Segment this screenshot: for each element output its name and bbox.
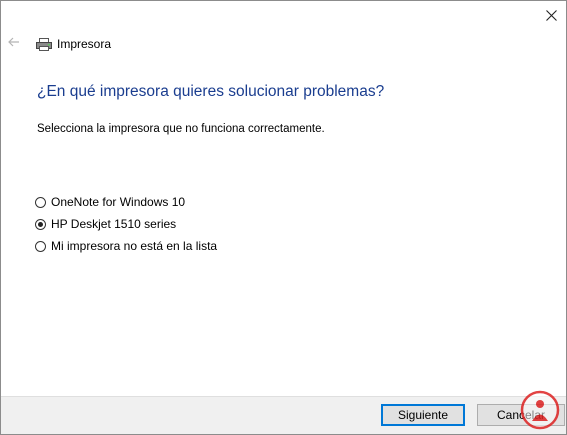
printer-option-hp-deskjet[interactable]: HP Deskjet 1510 series (35, 213, 217, 235)
back-button[interactable] (5, 33, 23, 51)
app-header: Impresora (36, 37, 111, 51)
printer-options: OneNote for Windows 10 HP Deskjet 1510 s… (35, 191, 217, 257)
option-label: OneNote for Windows 10 (51, 195, 186, 209)
page-title: ¿En qué impresora quieres solucionar pro… (37, 83, 385, 100)
radio-selected-dot (38, 221, 43, 227)
troubleshooter-window: Impresora ¿En qué impresora quieres solu… (0, 0, 567, 435)
close-icon (545, 9, 557, 21)
back-arrow-icon (8, 37, 19, 47)
radio-button[interactable] (35, 196, 46, 208)
printer-option-not-listed[interactable]: Mi impresora no está en la lista (35, 235, 217, 257)
close-button[interactable] (536, 1, 566, 29)
option-label: HP Deskjet 1510 series (51, 217, 177, 231)
next-button[interactable]: Siguiente (381, 404, 465, 426)
radio-button[interactable] (35, 218, 46, 230)
watermark-logo (520, 390, 560, 430)
instruction-text: Selecciona la impresora que no funciona … (37, 123, 325, 135)
printer-option-onenote[interactable]: OneNote for Windows 10 (35, 191, 217, 213)
app-title: Impresora (57, 37, 112, 51)
footer-bar: Siguiente Cancelar (1, 396, 566, 434)
printer-icon (36, 37, 52, 51)
option-label: Mi impresora no está en la lista (51, 239, 218, 253)
radio-button[interactable] (35, 240, 46, 252)
